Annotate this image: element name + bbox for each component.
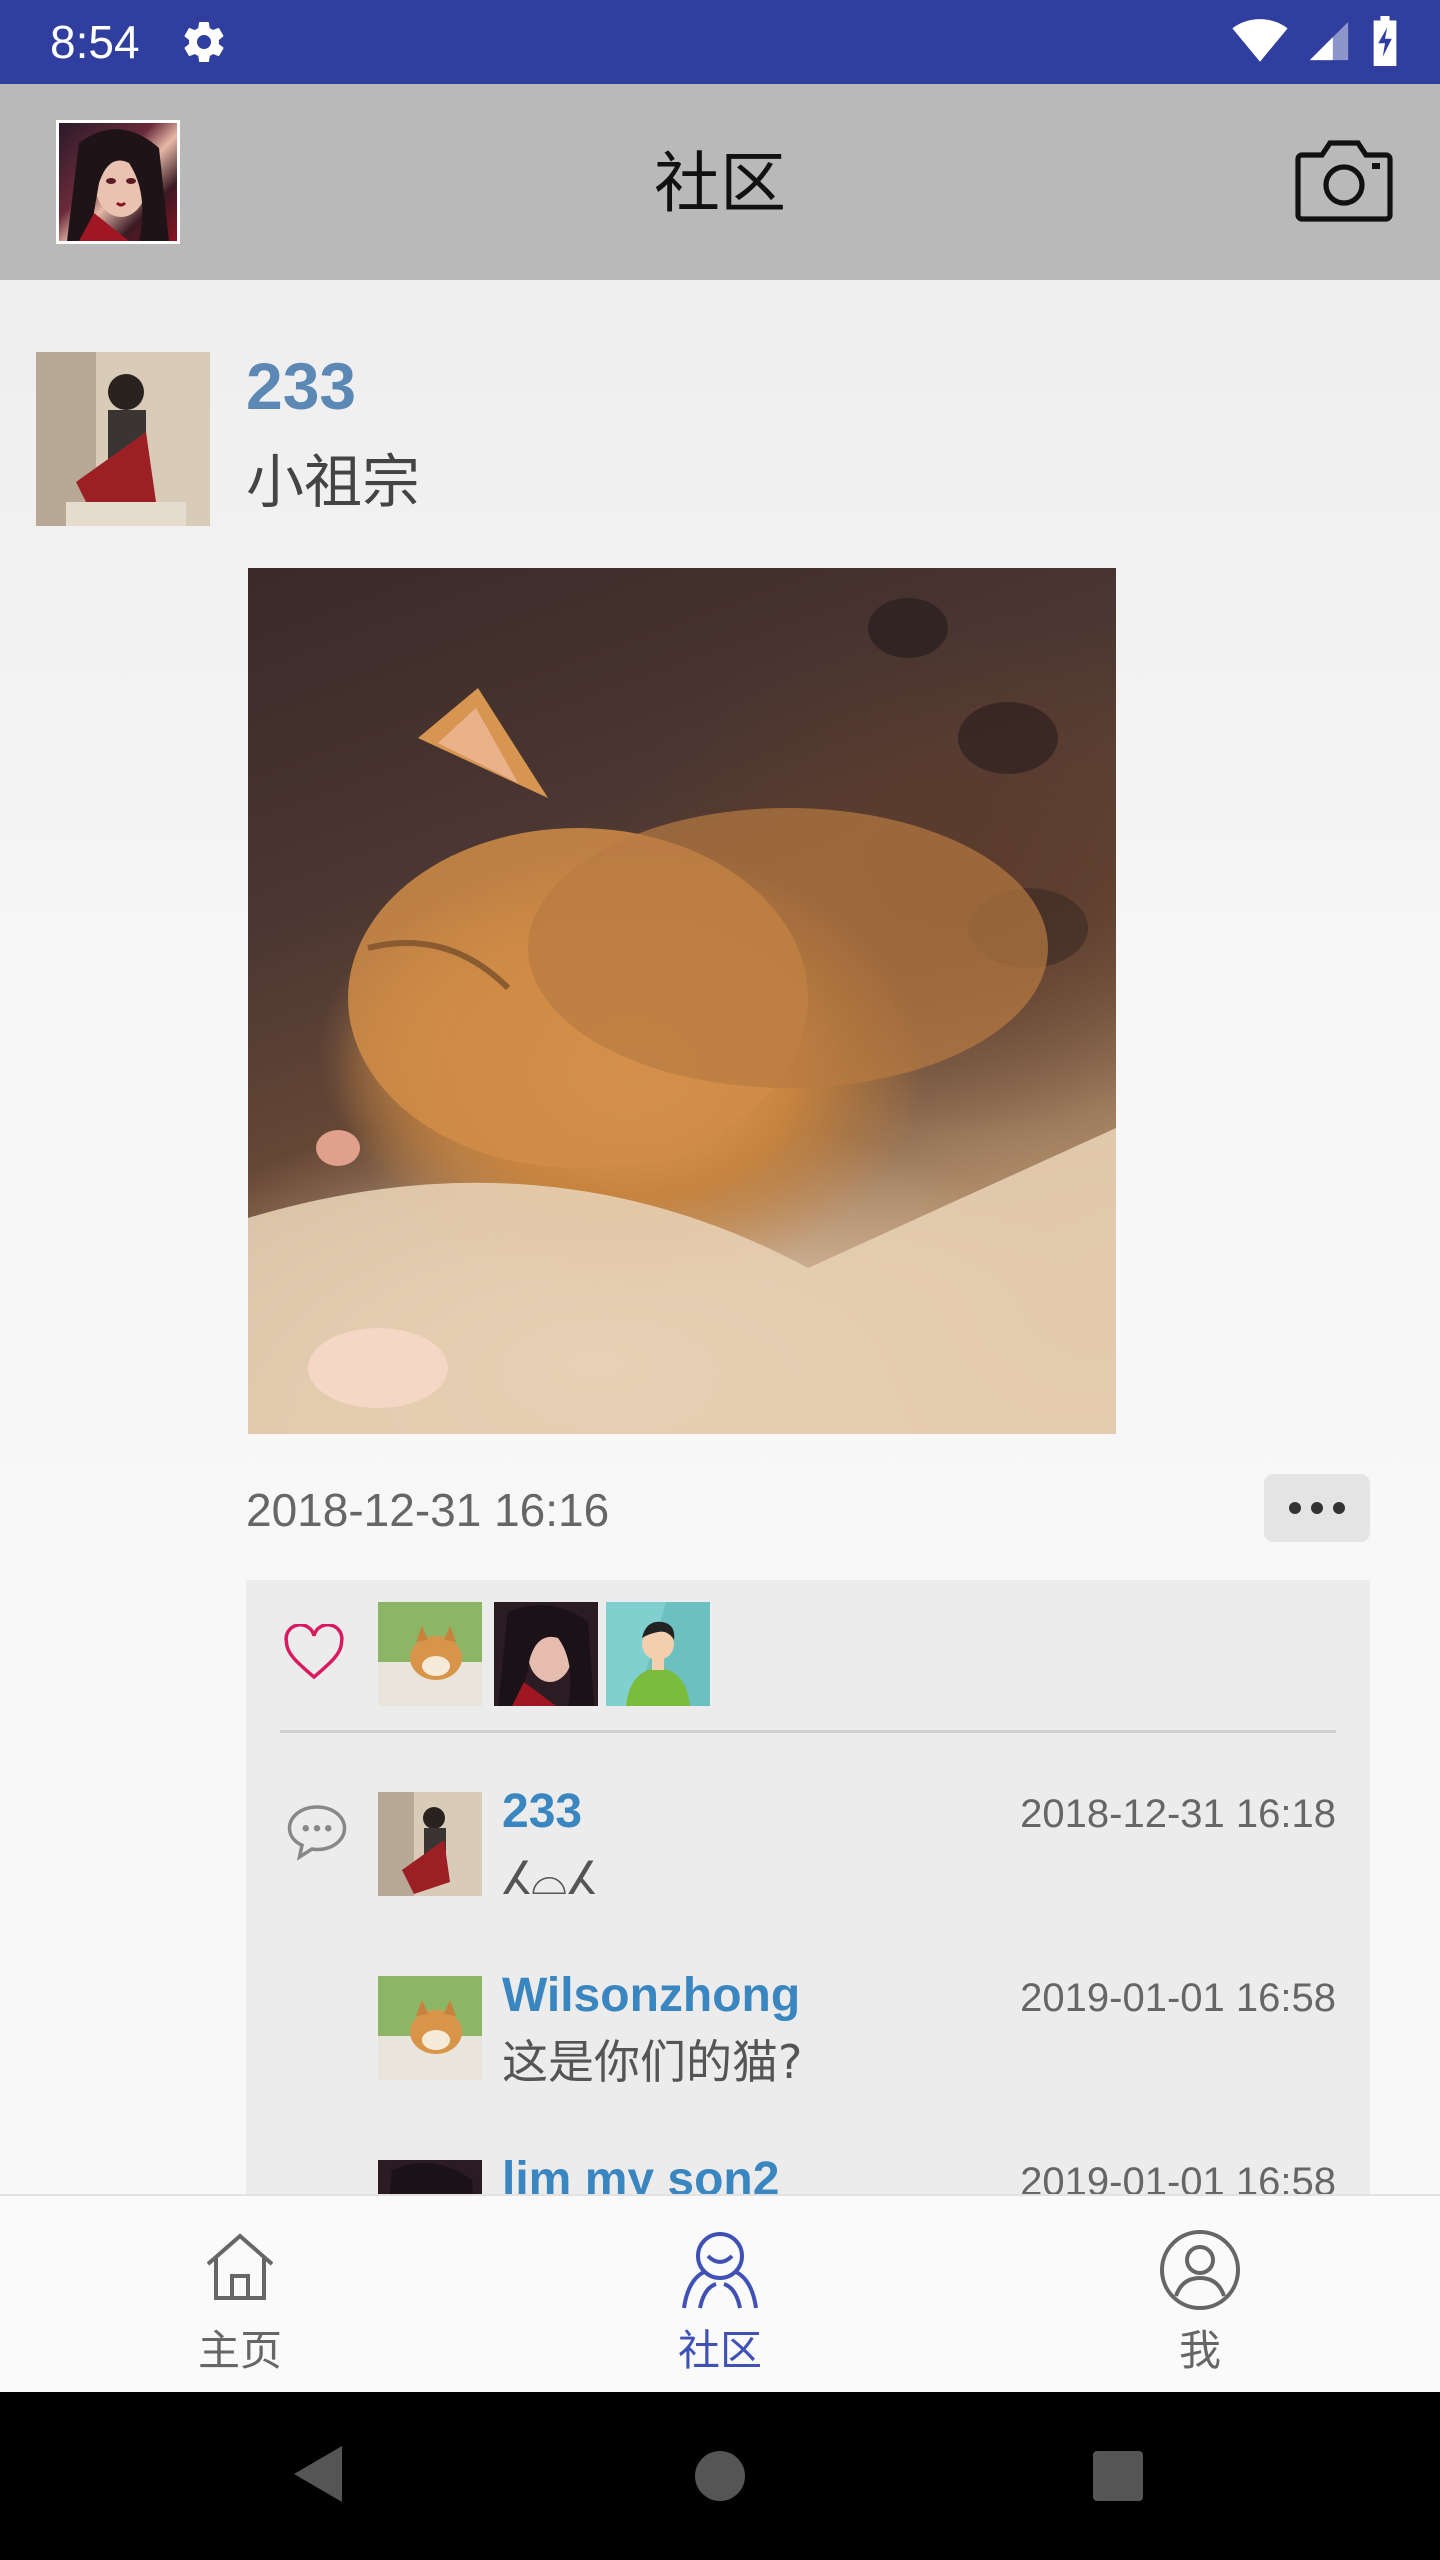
interactions-panel: 233 2018-12-31 16:18 ⵃ⌓ⵃ Wilsonzhong 201… (246, 1580, 1370, 2194)
likes-divider (280, 1730, 1336, 1733)
warrior-girl-avatar[interactable] (494, 1602, 598, 1706)
shiba-dog-avatar[interactable] (378, 1602, 482, 1706)
nav-item-community[interactable]: 社区 (480, 2196, 960, 2394)
wifi-icon (1232, 19, 1288, 62)
comment-item[interactable]: Wilsonzhong 2019-01-01 16:58 这是你们的猫? (246, 1969, 1370, 2146)
warrior-girl-avatar[interactable] (378, 2160, 482, 2194)
home-circle-icon[interactable] (693, 2449, 747, 2503)
status-time: 8:54 (50, 16, 140, 68)
comment-time: 2019-01-01 16:58 (1020, 2160, 1336, 2194)
heart-outline-icon[interactable] (284, 1624, 344, 1680)
nav-item-me[interactable]: 我 (960, 2196, 1440, 2394)
sleeping-kitten-photo (248, 598, 1116, 1434)
comment-item[interactable]: 233 2018-12-31 16:18 ⵃ⌓ⵃ (246, 1785, 1370, 1962)
camera-icon[interactable] (1294, 134, 1394, 224)
comment-text: 这是你们的猫? (502, 2035, 803, 2089)
nav-label-community: 社区 (677, 2326, 762, 2375)
comment-item[interactable]: lim my son2 2019-01-01 16:58 (246, 2153, 1370, 2194)
settings-icon (184, 22, 224, 63)
man-avatar[interactable] (606, 1602, 710, 1706)
recents-icon[interactable] (1091, 2449, 1145, 2503)
more-dot (1333, 1502, 1345, 1514)
more-options-button[interactable] (1264, 1474, 1370, 1542)
status-bar: 8:54 (0, 0, 1440, 84)
shiba-dog-avatar[interactable] (378, 1976, 482, 2080)
more-horizontal-icon (1289, 1502, 1301, 1514)
nav-label-me: 我 (1178, 2326, 1221, 2375)
post-username[interactable]: 233 (246, 346, 356, 426)
post-text: 小祖宗 (246, 448, 421, 516)
comment-author[interactable]: 233 (502, 1782, 582, 1842)
signal-icon (1309, 21, 1349, 61)
post-author-avatar-art (36, 352, 210, 526)
girl-avatar[interactable] (378, 1792, 482, 1896)
nav-label-home: 主页 (197, 2326, 282, 2375)
post-photo[interactable] (248, 568, 1116, 1434)
person-icon (1160, 2230, 1240, 2310)
nav-item-home[interactable]: 主页 (0, 2196, 480, 2394)
post-author-avatar[interactable] (36, 352, 210, 526)
comment-time: 2018-12-31 16:18 (1020, 1792, 1336, 1836)
more-dot (1311, 1502, 1323, 1514)
comment-author[interactable]: lim my son2 (502, 2150, 779, 2194)
post-timestamp: 2018-12-31 16:16 (246, 1484, 610, 1536)
system-navigation-bar (0, 2392, 1440, 2560)
community-feed[interactable]: 233 小祖宗 2018-12-31 16:16 233 2018-12-31 … (0, 280, 1440, 2194)
status-icons (1232, 16, 1400, 66)
app-bar: 社区 (0, 84, 1440, 280)
battery-charging-icon (1373, 16, 1397, 66)
comment-time: 2019-01-01 16:58 (1020, 1976, 1336, 2020)
page-title: 社区 (654, 145, 786, 222)
home-icon (206, 2233, 274, 2300)
bottom-navigation: 主页 社区 我 (0, 2194, 1440, 2392)
comment-author[interactable]: Wilsonzhong (502, 1966, 800, 2026)
community-icon (682, 2232, 758, 2309)
back-icon[interactable] (290, 2442, 346, 2506)
comment-text: ⵃ⌓ⵃ (502, 1851, 597, 1905)
